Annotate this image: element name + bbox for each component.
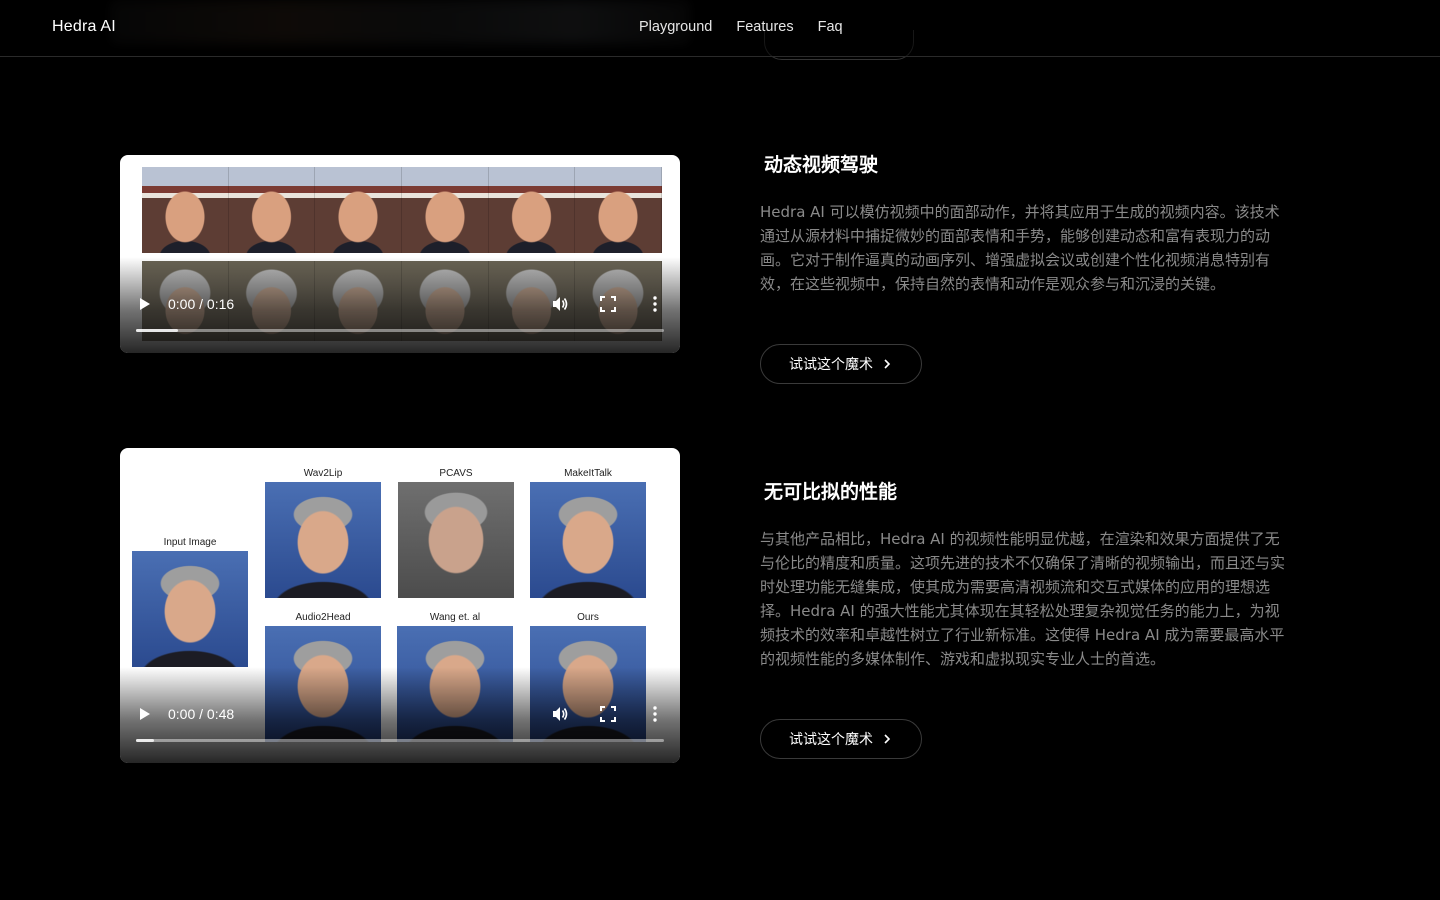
try-magic-button-driving[interactable]: 试试这个魔术 xyxy=(760,344,922,384)
main-nav: Playground Features Faq xyxy=(639,19,843,35)
chevron-right-icon xyxy=(884,734,891,744)
brand-logo[interactable]: Hedra AI xyxy=(52,18,116,36)
frame-thumbnail xyxy=(228,167,316,253)
section-title-performance: 无可比拟的性能 xyxy=(764,481,898,503)
volume-icon[interactable] xyxy=(551,705,569,723)
frame-thumbnail xyxy=(402,167,489,253)
video-player-driving[interactable]: 0:00 / 0:16 xyxy=(120,155,680,353)
try-magic-label: 试试这个魔术 xyxy=(789,357,873,373)
section-description-performance: 与其他产品相比，Hedra AI 的视频性能明显优越，在渲染和效果方面提供了无与… xyxy=(760,530,1286,668)
nav-playground[interactable]: Playground xyxy=(639,19,712,35)
video-progress-fill xyxy=(136,739,155,742)
frame-thumbnail xyxy=(315,167,403,253)
video-progress-fill xyxy=(136,329,179,332)
section-title-driving: 动态视频驾驶 xyxy=(764,154,879,176)
play-icon[interactable] xyxy=(138,297,152,311)
label-wav2lip: Wav2Lip xyxy=(303,468,343,479)
label-wang-et-al: Wang et. al xyxy=(429,612,481,623)
pcavs-thumbnail xyxy=(398,482,514,598)
play-icon[interactable] xyxy=(138,707,152,721)
label-audio2head: Audio2Head xyxy=(295,612,351,623)
section-description-driving: Hedra AI 可以模仿视频中的面部动作，并将其应用于生成的视频内容。该技术通… xyxy=(760,203,1280,293)
more-options-icon[interactable] xyxy=(646,705,664,723)
input-image-thumbnail xyxy=(132,551,248,667)
try-magic-button-performance[interactable]: 试试这个魔术 xyxy=(760,719,922,759)
video-progress-bar[interactable] xyxy=(136,329,664,332)
frame-thumbnail xyxy=(142,167,229,253)
video-player-performance[interactable]: Input Image Wav2Lip PCAVS MakeItTalk Aud… xyxy=(120,448,680,763)
video-time: 0:00 / 0:48 xyxy=(168,706,235,722)
wav2lip-thumbnail xyxy=(265,482,381,598)
label-makeittalk: MakeItTalk xyxy=(564,468,612,479)
nav-faq[interactable]: Faq xyxy=(818,19,843,35)
video-frames-top xyxy=(142,167,663,253)
video-time: 0:00 / 0:16 xyxy=(168,296,235,312)
nav-features[interactable]: Features xyxy=(736,19,793,35)
label-input-image: Input Image xyxy=(163,537,217,548)
try-magic-label: 试试这个魔术 xyxy=(789,732,873,748)
makeittalk-thumbnail xyxy=(530,482,646,598)
label-pcavs: PCAVS xyxy=(439,468,473,479)
frame-thumbnail xyxy=(575,167,663,253)
more-options-icon[interactable] xyxy=(646,295,664,313)
frame-thumbnail xyxy=(488,167,576,253)
video-progress-bar[interactable] xyxy=(136,739,664,742)
site-header: Hedra AI Playground Features Faq xyxy=(0,0,1440,57)
volume-icon[interactable] xyxy=(551,295,569,313)
fullscreen-icon[interactable] xyxy=(599,705,617,723)
chevron-right-icon xyxy=(884,359,891,369)
label-ours: Ours xyxy=(577,612,599,623)
fullscreen-icon[interactable] xyxy=(599,295,617,313)
